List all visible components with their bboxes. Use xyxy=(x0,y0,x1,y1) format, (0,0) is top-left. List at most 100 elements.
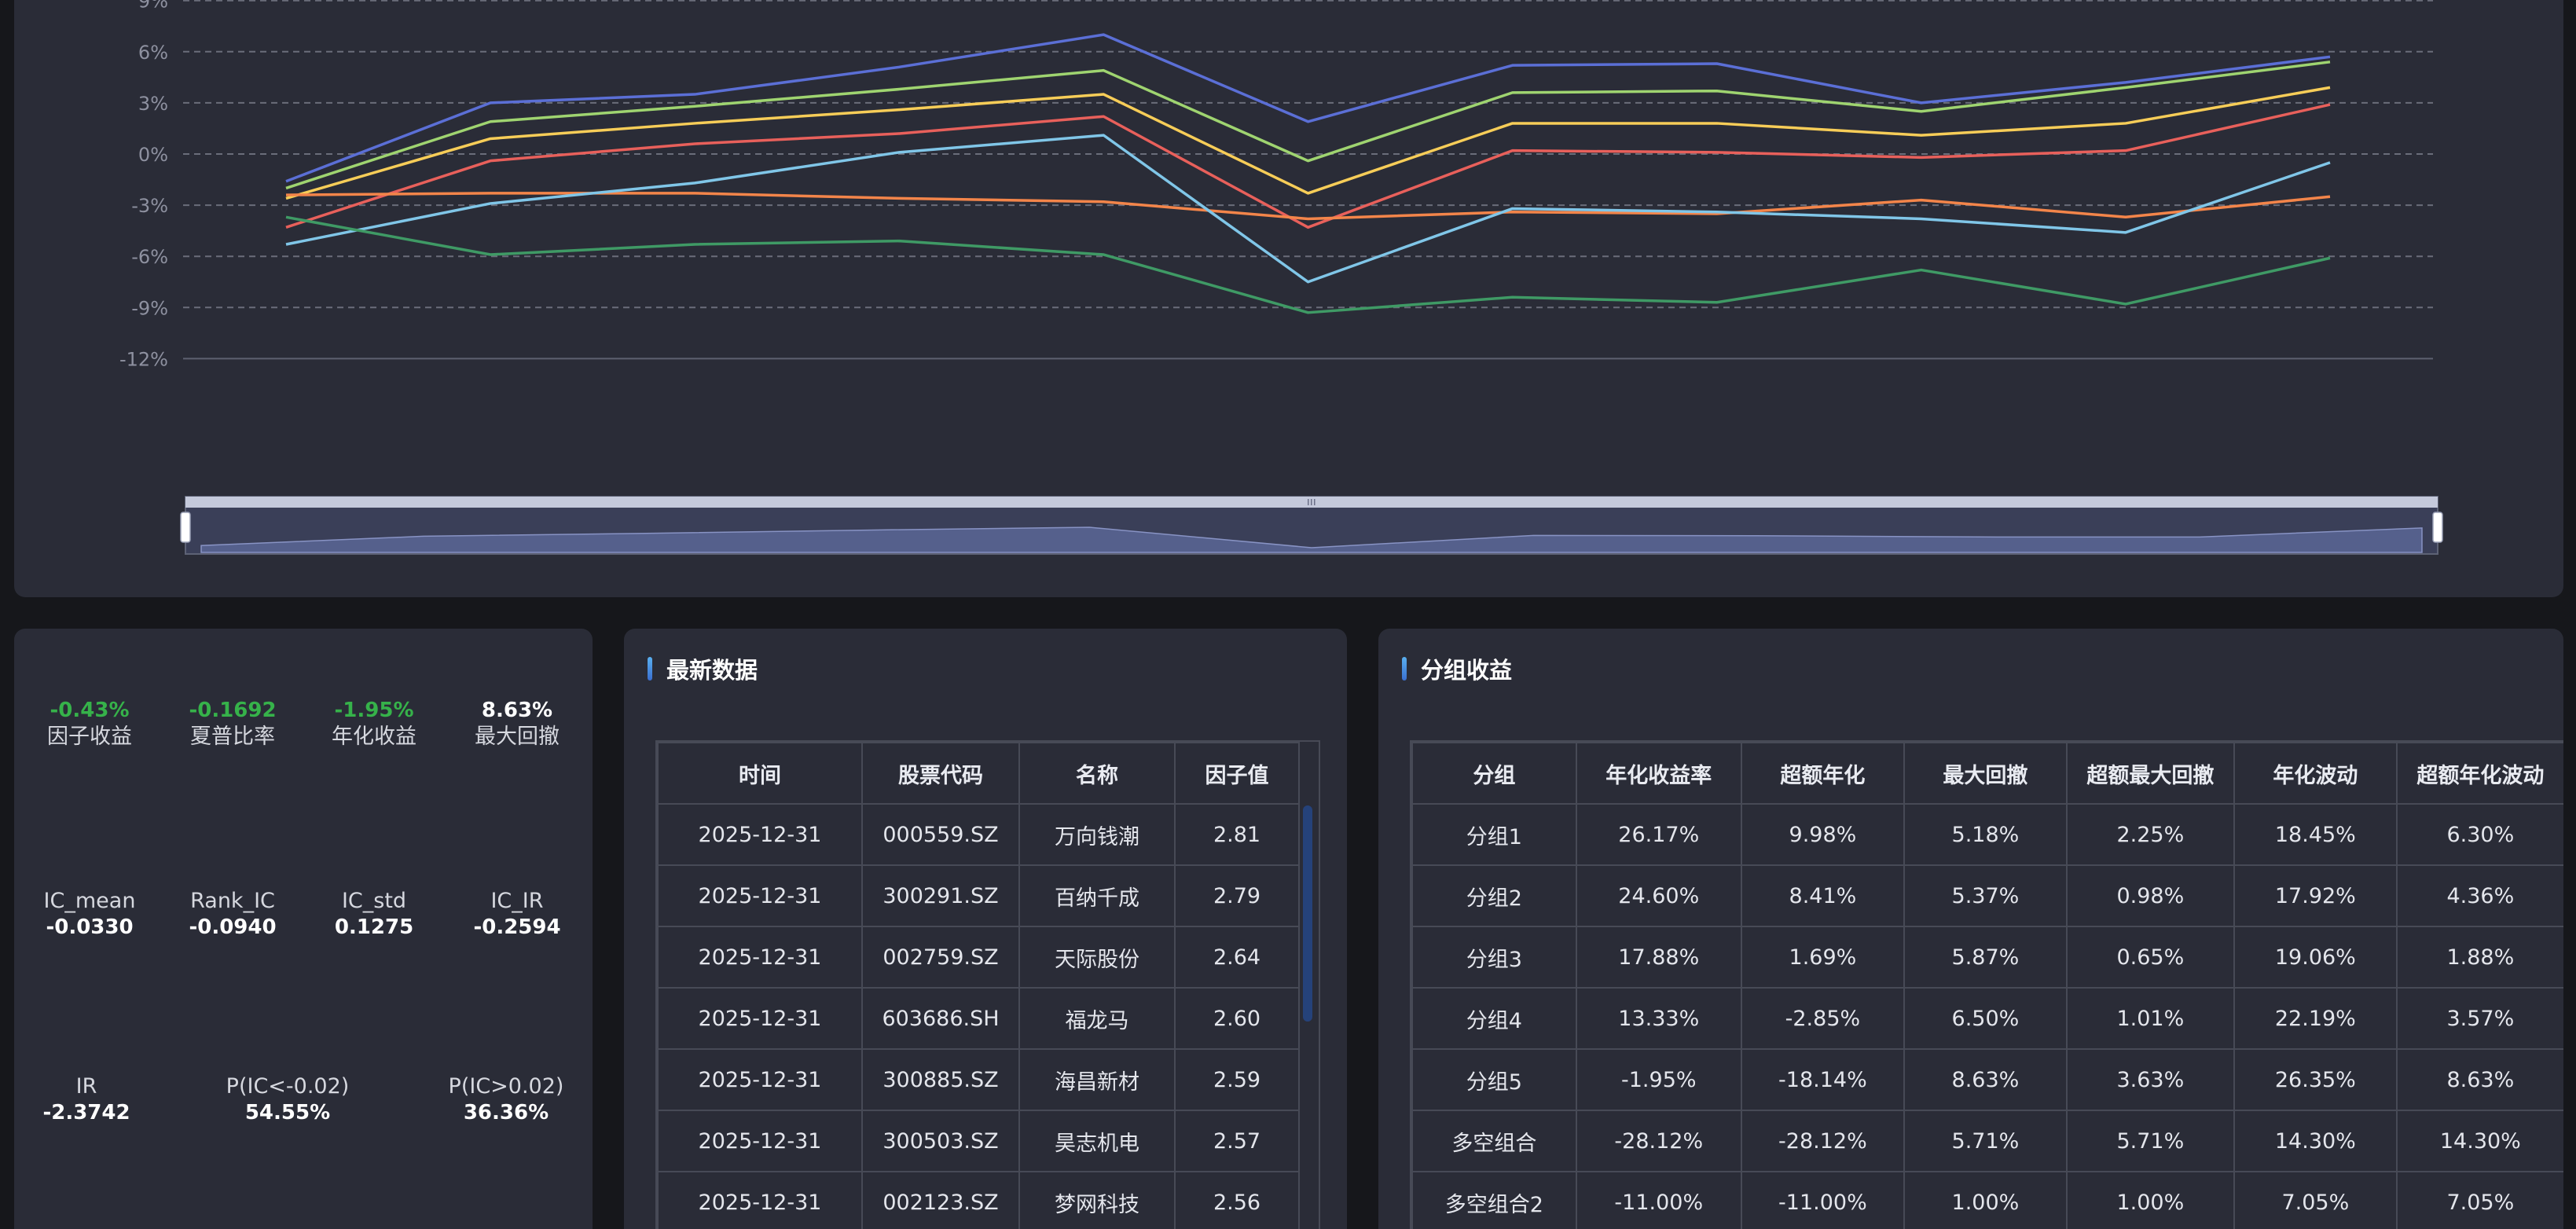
table-cell: 17.88% xyxy=(1575,926,1742,989)
table-cell: 5.71% xyxy=(1903,1110,2068,1172)
table-row[interactable]: 多空组合 -28.12% -28.12% 5.71% 5.71% 14.30% 14.30% xyxy=(1411,1110,2563,1172)
column-header[interactable]: 超额年化 xyxy=(1740,742,1906,805)
metric-row2-3: IC_IR -0.2594 xyxy=(446,888,588,940)
metric-label: 最大回撤 xyxy=(475,725,560,749)
table-cell: 300503.SZ xyxy=(861,1110,1020,1172)
title-accent-bar xyxy=(1402,657,1407,681)
table-cell: 8.41% xyxy=(1740,864,1906,927)
metric-row3-2: P(IC>0.02) 36.36% xyxy=(435,1073,577,1125)
table-cell: 2.79 xyxy=(1174,864,1300,927)
table-row[interactable]: 2025-12-31 002123.SZ 梦网科技 2.56 xyxy=(657,1171,1300,1229)
table-cell: 海昌新材 xyxy=(1018,1048,1176,1111)
table-cell: 2025-12-31 xyxy=(657,987,863,1050)
table-cell: 603686.SH xyxy=(861,987,1020,1050)
column-header[interactable]: 年化收益率 xyxy=(1575,742,1742,805)
metric-label: IC_IR xyxy=(490,889,544,913)
table-cell: -11.00% xyxy=(1740,1171,1906,1229)
table-cell: 百纳千成 xyxy=(1018,864,1176,927)
zoom-slider-handle[interactable] xyxy=(180,512,191,543)
table-row[interactable]: 2025-12-31 603686.SH 福龙马 2.60 xyxy=(657,987,1300,1050)
table-row[interactable]: 2025-12-31 300503.SZ 昊志机电 2.57 xyxy=(657,1110,1300,1172)
metric-row2-1: Rank_IC -0.0940 xyxy=(162,888,303,940)
metric-value: -2.3742 xyxy=(42,1101,130,1124)
metric-label: 夏普比率 xyxy=(190,725,275,749)
table-cell: 2025-12-31 xyxy=(657,1110,863,1172)
table-cell: 5.71% xyxy=(2065,1110,2236,1172)
column-header[interactable]: 分组 xyxy=(1411,742,1577,805)
table-row[interactable]: 多空组合2 -11.00% -11.00% 1.00% 1.00% 7.05% 7.05% xyxy=(1411,1171,2563,1229)
table-cell: 002123.SZ xyxy=(861,1171,1020,1229)
metric-row1-2: -1.95% 年化收益 xyxy=(303,698,445,751)
table-cell: 9.98% xyxy=(1740,803,1906,866)
metric-value: 8.63% xyxy=(481,699,553,722)
series-line xyxy=(285,215,2331,314)
table-cell: 5.37% xyxy=(1903,864,2068,927)
table-cell: 2025-12-31 xyxy=(657,803,863,866)
metric-value: -1.95% xyxy=(334,699,414,722)
column-header[interactable]: 因子值 xyxy=(1174,742,1300,805)
latest-data-table-container[interactable]: 时间 股票代码 名称 因子值 2025-12-31 000559.SZ 万向钱潮 2.81 2… xyxy=(655,740,1320,1229)
table-cell: 2.59 xyxy=(1174,1048,1300,1111)
y-tick-label: -6% xyxy=(131,246,168,268)
group-returns-table-container[interactable]: 分组 年化收益率 超额年化 最大回撤 超额最大回撤 年化波动 超额年化波动 分组1 26.17… xyxy=(1410,740,2563,1229)
metric-value: -0.43% xyxy=(50,699,130,722)
metric-label: IC_mean xyxy=(43,889,136,913)
latest-data-panel: 最新数据 时间 股票代码 名称 因子值 2025-12-31 000559.SZ 万向钱潮… xyxy=(624,629,1347,1229)
series-line xyxy=(285,192,2331,221)
column-header[interactable]: 股票代码 xyxy=(861,742,1020,805)
table-cell: 梦网科技 xyxy=(1018,1171,1176,1229)
table-cell: 6.30% xyxy=(2395,803,2563,866)
group-returns-table: 分组 年化收益率 超额年化 最大回撤 超额最大回撤 年化波动 超额年化波动 分组1 26.17… xyxy=(1411,742,2563,1229)
table-cell: 8.63% xyxy=(2395,1048,2563,1111)
table-cell: 17.92% xyxy=(2233,864,2398,927)
column-header[interactable]: 超额最大回撤 xyxy=(2065,742,2236,805)
zoom-slider-handle[interactable] xyxy=(2432,512,2443,543)
table-cell: 2.60 xyxy=(1174,987,1300,1050)
table-cell: 2025-12-31 xyxy=(657,926,863,989)
y-tick-label: 3% xyxy=(138,93,168,115)
table-row[interactable]: 2025-12-31 002759.SZ 天际股份 2.64 xyxy=(657,926,1300,989)
table-row[interactable]: 分组2 24.60% 8.41% 5.37% 0.98% 17.92% 4.36% xyxy=(1411,864,2563,927)
table-cell: 昊志机电 xyxy=(1018,1110,1176,1172)
table-cell: 26.35% xyxy=(2233,1048,2398,1111)
table-cell: 多空组合 xyxy=(1411,1110,1577,1172)
grip-mark xyxy=(1311,499,1312,505)
table-row[interactable]: 2025-12-31 300885.SZ 海昌新材 2.59 xyxy=(657,1048,1300,1111)
table-cell: 14.30% xyxy=(2233,1110,2398,1172)
table-cell: 分组3 xyxy=(1411,926,1577,989)
table-row[interactable]: 2025-12-31 000559.SZ 万向钱潮 2.81 xyxy=(657,803,1300,866)
line-chart: 9% 6% 3% 0% -3% -6% -9% -12% xyxy=(119,0,2443,555)
table-cell: 7.05% xyxy=(2395,1171,2563,1229)
column-header[interactable]: 时间 xyxy=(657,742,863,805)
metric-label: P(IC>0.02) xyxy=(448,1074,564,1099)
metric-value: -0.1692 xyxy=(189,699,277,722)
table-row[interactable]: 2025-12-31 300291.SZ 百纳千成 2.79 xyxy=(657,864,1300,927)
group-returns-title-text: 分组收益 xyxy=(1421,657,1513,684)
table-cell: 6.50% xyxy=(1903,987,2068,1050)
metrics-panel: -0.43% 因子收益 -0.1692 夏普比率 -1.95% 年化收益 8.63% 最大回撤… xyxy=(14,629,593,1229)
table-cell: 1.88% xyxy=(2395,926,2563,989)
metric-value: -0.2594 xyxy=(473,915,561,939)
table-row[interactable]: 分组1 26.17% 9.98% 5.18% 2.25% 18.45% 6.30% xyxy=(1411,803,2563,866)
table-cell: 2025-12-31 xyxy=(657,864,863,927)
table-cell: 天际股份 xyxy=(1018,926,1176,989)
table-cell: 多空组合2 xyxy=(1411,1171,1577,1229)
metric-value: 36.36% xyxy=(463,1101,549,1124)
metric-label: Rank_IC xyxy=(190,889,275,913)
column-header[interactable]: 名称 xyxy=(1018,742,1176,805)
table-cell: 13.33% xyxy=(1575,987,1742,1050)
group-returns-title: 分组收益 xyxy=(1402,655,1513,684)
y-tick-label: 6% xyxy=(138,42,168,64)
y-tick-label: 0% xyxy=(138,144,168,166)
table-cell: 19.06% xyxy=(2233,926,2398,989)
column-header[interactable]: 年化波动 xyxy=(2233,742,2398,805)
table-cell: 1.69% xyxy=(1740,926,1906,989)
group-returns-panel: 分组收益 分组 年化收益率 超额年化 最大回撤 超额最大回撤 年化波动 超额年化波动 分组1… xyxy=(1378,629,2563,1229)
table-row[interactable]: 分组4 13.33% -2.85% 6.50% 1.01% 22.19% 3.57% xyxy=(1411,987,2563,1050)
metric-label: IC_std xyxy=(341,889,407,913)
column-header[interactable]: 最大回撤 xyxy=(1903,742,2068,805)
column-header[interactable]: 超额年化波动 xyxy=(2395,742,2563,805)
table-row[interactable]: 分组3 17.88% 1.69% 5.87% 0.65% 19.06% 1.88% xyxy=(1411,926,2563,989)
table-row[interactable]: 分组5 -1.95% -18.14% 8.63% 3.63% 26.35% 8.63% xyxy=(1411,1048,2563,1111)
latest-table-scrollbar[interactable] xyxy=(1303,805,1312,1022)
